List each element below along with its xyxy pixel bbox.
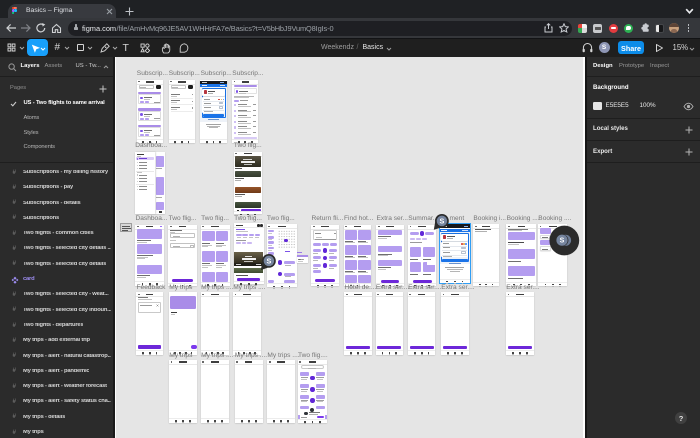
svg-text:S: S (439, 216, 444, 225)
svg-text:S: S (266, 257, 271, 266)
svg-text:S: S (560, 237, 565, 244)
